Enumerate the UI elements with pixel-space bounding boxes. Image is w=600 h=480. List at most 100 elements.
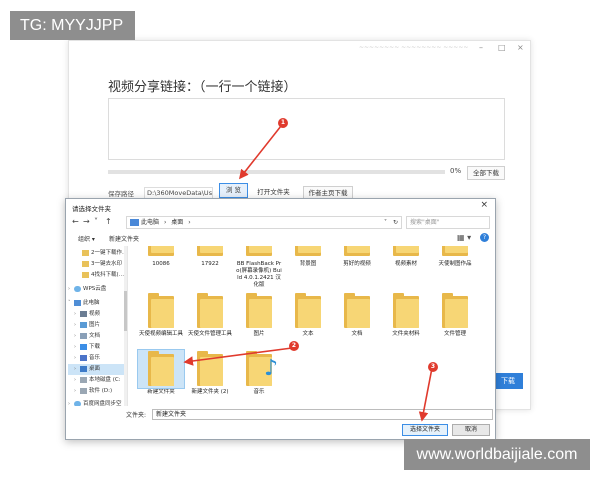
organize-menu[interactable]: 组织 ▾ xyxy=(78,234,95,243)
folder-item[interactable]: 新建文件夹 xyxy=(137,349,185,396)
folder-label-text: 文本 xyxy=(302,331,314,337)
download-progress-bar xyxy=(108,170,445,174)
tree-scrollbar-thumb[interactable] xyxy=(124,291,127,331)
folder-item[interactable]: 文件管理 xyxy=(432,292,478,338)
tree-scrollbar[interactable] xyxy=(124,246,127,406)
folder-label-text: 音乐 xyxy=(253,389,265,395)
folder-label-text: 文档 xyxy=(351,331,363,337)
folder-item[interactable]: 天使视频编辑工具 xyxy=(138,292,184,338)
address-separator: › xyxy=(163,219,167,226)
step-badge-1: 1 xyxy=(278,118,288,128)
doc-icon xyxy=(80,332,87,339)
folder-item[interactable]: ♪ 音乐 xyxy=(236,350,282,396)
download-button[interactable]: 下载 xyxy=(493,373,523,389)
tree-item[interactable]: › 音乐 xyxy=(68,353,127,364)
pc-icon xyxy=(74,299,81,306)
tree-item[interactable]: › WPS云盘 xyxy=(68,284,127,295)
folder-icon xyxy=(432,246,478,260)
tree-item-label: 2一键下载作… xyxy=(91,250,128,256)
tree-item[interactable]: › 视频 xyxy=(68,309,127,320)
folder-grid: 10086 17922 BB FlashBack Pro(屏幕录像机) Build … xyxy=(130,246,492,406)
tree-item-label: 此电脑 xyxy=(83,300,100,306)
video-icon xyxy=(80,310,87,317)
music-note-icon: ♪ xyxy=(264,356,279,381)
folder-item[interactable]: 天使制图作品 xyxy=(432,246,478,268)
folder-icon xyxy=(82,271,89,278)
forward-icon[interactable]: → xyxy=(83,217,90,226)
tree-item-label: 桌面 xyxy=(89,366,101,372)
folder-label-text: 新建文件夹 xyxy=(147,389,175,395)
folder-item[interactable]: 文本 xyxy=(285,292,331,338)
download-all-button[interactable]: 全部下载 xyxy=(467,166,505,180)
folder-item[interactable]: 背景图 xyxy=(285,246,331,268)
tree-item[interactable]: › 本地磁盘 (C: xyxy=(68,375,127,386)
address-dropdown-icon[interactable]: ˅ xyxy=(384,217,387,228)
tree-item[interactable]: › 下载 xyxy=(68,342,127,353)
folder-label-text: 图片 xyxy=(253,331,265,337)
tree-item-label: 百度网盘同步空 xyxy=(83,401,122,406)
watermark-top: TG: MYYJJPP xyxy=(10,11,135,40)
cloud-icon xyxy=(74,400,81,406)
address-segment-desktop[interactable]: 桌面 xyxy=(171,219,183,226)
screenshot: ~~~~~~~~ ~~~~~~~~ ~~~~~ – □ × 视频分享链接：（一行… xyxy=(0,0,600,480)
folder-icon xyxy=(334,246,380,260)
folder-icon xyxy=(187,350,233,388)
tree-item[interactable]: › 桌面 xyxy=(68,364,127,375)
share-links-heading: 视频分享链接：（一行一个链接） xyxy=(108,80,297,95)
browse-button[interactable]: 浏 览 xyxy=(219,183,248,198)
maximize-icon[interactable]: □ xyxy=(498,43,506,52)
tree-item[interactable]: ˅ 此电脑 xyxy=(68,298,127,309)
folder-item[interactable]: 文件夹材料 xyxy=(383,292,429,338)
tree-item[interactable]: › 文档 xyxy=(68,331,127,342)
up-icon[interactable]: ↑ xyxy=(105,217,112,226)
folder-item[interactable]: 10086 xyxy=(138,246,184,268)
tree-item[interactable]: › 百度网盘同步空 xyxy=(68,399,127,406)
view-options-icon[interactable]: ▦ ▾ xyxy=(457,233,471,242)
down-icon xyxy=(80,343,87,350)
folder-item[interactable]: 图片 xyxy=(236,292,282,338)
close-icon[interactable]: × xyxy=(517,43,524,52)
folder-item[interactable]: 17922 xyxy=(187,246,233,268)
folder-item[interactable]: 新建文件夹 (2) xyxy=(187,350,233,396)
folder-icon xyxy=(187,292,233,330)
address-bar[interactable]: 此电脑 › 桌面 › ˅ ↻ xyxy=(126,216,402,229)
minimize-icon[interactable]: – xyxy=(479,43,483,52)
history-dropdown-icon[interactable]: ˅ xyxy=(94,217,98,226)
help-icon[interactable]: ? xyxy=(480,233,489,242)
monitor-icon xyxy=(130,219,139,226)
back-icon[interactable]: ← xyxy=(72,217,79,226)
folder-label-text: 背景图 xyxy=(299,261,317,267)
progress-percent: 0% xyxy=(450,167,462,175)
tree-item[interactable]: 3一键去水印 xyxy=(68,259,127,270)
tree-item-label: 本地磁盘 (C: xyxy=(89,377,121,383)
search-input[interactable]: 搜索"桌面" xyxy=(406,216,490,229)
folder-item[interactable]: 剪好的视频 xyxy=(334,246,380,268)
cancel-button[interactable]: 取消 xyxy=(452,424,490,436)
tree-item[interactable]: 4找抖下载(… xyxy=(68,270,127,281)
share-links-textarea[interactable] xyxy=(108,98,505,160)
tree-item-label: WPS云盘 xyxy=(83,286,107,292)
folder-item[interactable]: 天使文件管理工具 xyxy=(187,292,233,338)
folder-label-text: 天使制图作品 xyxy=(438,261,472,267)
folder-name-input[interactable]: 新建文件夹 xyxy=(152,409,493,420)
folder-item[interactable]: BB FlashBack Pro(屏幕录像机) Build 4.0.1.2421… xyxy=(236,246,282,289)
dialog-close-icon[interactable]: × xyxy=(480,200,488,210)
folder-label-text: 天使文件管理工具 xyxy=(187,331,232,337)
tree-item-label: 音乐 xyxy=(89,355,101,361)
address-separator: › xyxy=(188,219,191,226)
tree-item[interactable]: › 图片 xyxy=(68,320,127,331)
refresh-icon[interactable]: ↻ xyxy=(393,217,398,228)
folder-item[interactable]: 文档 xyxy=(334,292,380,338)
select-folder-button[interactable]: 选择文件夹 xyxy=(402,424,448,436)
folder-label-text: 新建文件夹 (2) xyxy=(191,389,229,395)
folder-label-text: 10086 xyxy=(152,261,170,267)
folder-label-text: 文件夹材料 xyxy=(392,331,420,337)
address-segment-pc[interactable]: 此电脑 xyxy=(141,219,159,226)
tree-item[interactable]: › 软件 (D:) xyxy=(68,386,127,397)
dialog-nav-bar: ← → ˅ ↑ 此电脑 › 桌面 › ˅ ↻ 搜索"桌面" xyxy=(72,216,490,230)
step-badge-2: 2 xyxy=(289,341,299,351)
tree-item[interactable]: 2一键下载作… xyxy=(68,248,128,259)
folder-item[interactable]: 视频素材 xyxy=(383,246,429,268)
new-folder-button[interactable]: 新建文件夹 xyxy=(109,234,139,243)
folder-icon xyxy=(236,246,282,260)
